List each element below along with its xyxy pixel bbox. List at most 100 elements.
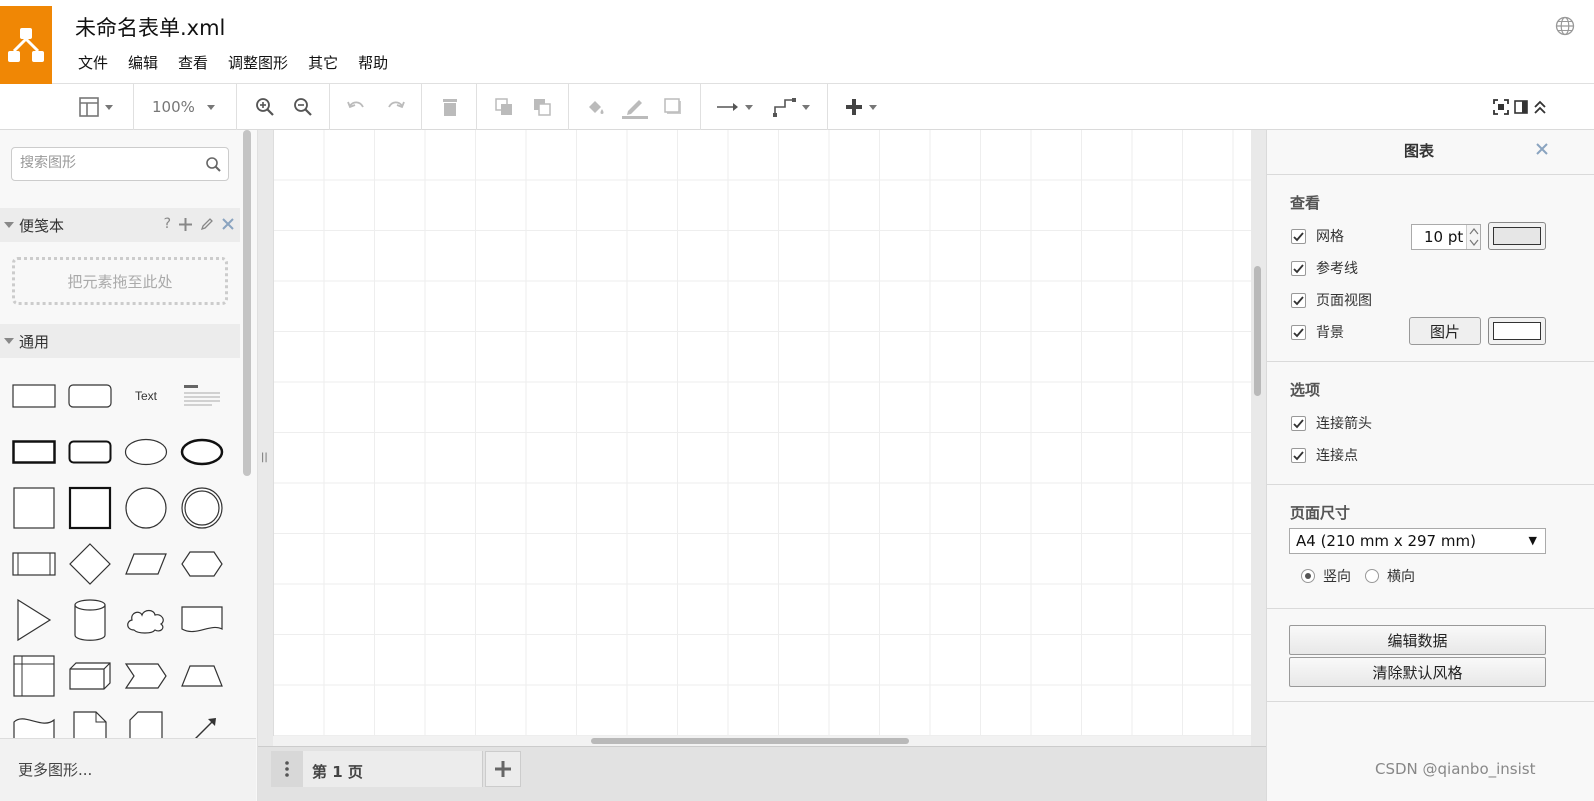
zoom-dropdown[interactable]: 100% (152, 94, 215, 120)
shape-thick-square[interactable] (62, 480, 118, 536)
guides-checkbox[interactable] (1291, 260, 1306, 276)
shape-search-input[interactable] (20, 155, 200, 171)
page-size-select[interactable]: A4 (210 mm x 297 mm) ▼ (1289, 528, 1546, 554)
shape-diamond[interactable] (62, 536, 118, 592)
fill-color-button[interactable] (585, 94, 607, 120)
shape-process[interactable] (6, 536, 62, 592)
shape-tape[interactable] (6, 704, 62, 738)
app-logo[interactable] (0, 6, 52, 84)
delete-button[interactable] (439, 94, 461, 120)
shape-parallelogram[interactable] (118, 536, 174, 592)
shape-step[interactable] (118, 648, 174, 704)
shape-triangle[interactable] (6, 592, 62, 648)
checkmark-icon (1293, 418, 1304, 428)
diagram-canvas[interactable] (273, 130, 1251, 736)
line-color-button[interactable] (622, 94, 648, 120)
menubar: 文件 编辑 查看 调整图形 其它 帮助 (78, 52, 408, 73)
close-icon[interactable] (222, 218, 234, 230)
shape-cube[interactable] (62, 648, 118, 704)
menu-file[interactable]: 文件 (78, 52, 108, 73)
insert-button[interactable] (844, 94, 877, 120)
landscape-radio[interactable] (1365, 569, 1379, 583)
shape-rectangle[interactable] (6, 368, 62, 424)
page-tab[interactable]: 第 1 页 (303, 751, 483, 787)
to-back-button[interactable] (531, 94, 553, 120)
shape-double-circle[interactable] (174, 480, 230, 536)
toggle-format-panel-button[interactable] (1513, 94, 1529, 120)
shape-thick-rounded-rectangle[interactable] (62, 424, 118, 480)
shape-trapezoid[interactable] (174, 648, 230, 704)
background-color-button[interactable] (1488, 317, 1546, 345)
shape-hexagon[interactable] (174, 536, 230, 592)
portrait-label: 竖向 (1323, 569, 1351, 585)
menu-help[interactable]: 帮助 (358, 52, 388, 73)
zoom-in-button[interactable] (254, 94, 276, 120)
shadow-button[interactable] (662, 94, 684, 120)
plus-icon[interactable] (179, 217, 192, 231)
format-panel-toggle-button[interactable] (78, 94, 113, 120)
close-icon[interactable] (1535, 142, 1549, 156)
shape-note[interactable] (62, 704, 118, 738)
fullscreen-button[interactable] (1492, 94, 1510, 120)
menu-extras[interactable]: 其它 (308, 52, 338, 73)
canvas-vertical-scrollbar[interactable] (1254, 266, 1261, 396)
shape-circle[interactable] (118, 480, 174, 536)
scratchpad-drop-zone[interactable]: 把元素拖至此处 (12, 257, 228, 305)
undo-button[interactable] (345, 94, 367, 120)
redo-icon (388, 101, 405, 109)
menu-view[interactable]: 查看 (178, 52, 208, 73)
sidebar-scrollbar[interactable] (243, 130, 251, 476)
grid-size-stepper[interactable] (1466, 225, 1480, 249)
portrait-radio[interactable] (1301, 569, 1315, 583)
help-icon[interactable]: ? (164, 216, 171, 232)
to-front-button[interactable] (493, 94, 515, 120)
shape-thick-ellipse[interactable] (174, 424, 230, 480)
shape-cylinder[interactable] (62, 592, 118, 648)
scratchpad-title: 便笺本 (19, 216, 65, 235)
shape-textbox[interactable] (174, 368, 230, 424)
edit-data-button[interactable]: 编辑数据 (1289, 625, 1546, 655)
sidebar-resize-handle[interactable]: || (261, 452, 268, 463)
shape-square[interactable] (6, 480, 62, 536)
menu-arrange[interactable]: 调整图形 (228, 52, 288, 73)
more-shapes-button[interactable]: 更多图形... (0, 738, 256, 801)
shape-internal-storage[interactable] (6, 648, 62, 704)
add-page-button[interactable] (485, 751, 521, 787)
zoom-out-icon (294, 98, 312, 116)
connection-style-button[interactable] (716, 94, 753, 120)
grid-color-button[interactable] (1488, 222, 1546, 250)
page-view-checkbox[interactable] (1291, 292, 1306, 308)
clear-default-style-button[interactable]: 清除默认风格 (1289, 657, 1546, 687)
shape-document[interactable] (174, 592, 230, 648)
connection-points-checkbox[interactable] (1291, 447, 1306, 463)
page-size-section-title: 页面尺寸 (1290, 504, 1351, 522)
pages-menu-button[interactable] (271, 751, 303, 787)
chevron-down-icon (105, 104, 113, 110)
zoom-out-button[interactable] (292, 94, 314, 120)
shape-card[interactable] (118, 704, 174, 738)
collapse-toolbar-button[interactable] (1532, 94, 1548, 120)
connection-arrows-checkbox[interactable] (1291, 415, 1306, 431)
background-checkbox[interactable] (1291, 324, 1306, 340)
shape-cloud[interactable] (118, 592, 174, 648)
canvas-horizontal-scrollbar[interactable] (591, 738, 909, 744)
options-section-title: 选项 (1290, 381, 1321, 399)
search-icon[interactable] (205, 156, 222, 173)
scratchpad-header[interactable]: 便笺本 ? (0, 208, 240, 242)
waypoints-button[interactable] (773, 94, 810, 120)
general-shapes-header[interactable]: 通用 (0, 324, 240, 358)
background-image-button[interactable]: 图片 (1409, 317, 1481, 345)
toolbar-divider (133, 84, 134, 130)
shape-text[interactable]: Text (118, 368, 174, 424)
shape-arrow-connector[interactable] (174, 704, 230, 738)
redo-button[interactable] (385, 94, 407, 120)
grid-checkbox[interactable] (1291, 228, 1306, 244)
menu-edit[interactable]: 编辑 (128, 52, 158, 73)
pencil-icon[interactable] (200, 217, 214, 231)
shape-thick-rectangle[interactable] (6, 424, 62, 480)
shape-rounded-rectangle[interactable] (62, 368, 118, 424)
canvas-horizontal-scroll-track (273, 736, 1251, 746)
document-title[interactable]: 未命名表单.xml (75, 12, 225, 42)
shape-ellipse[interactable] (118, 424, 174, 480)
language-globe-icon[interactable] (1555, 16, 1575, 36)
